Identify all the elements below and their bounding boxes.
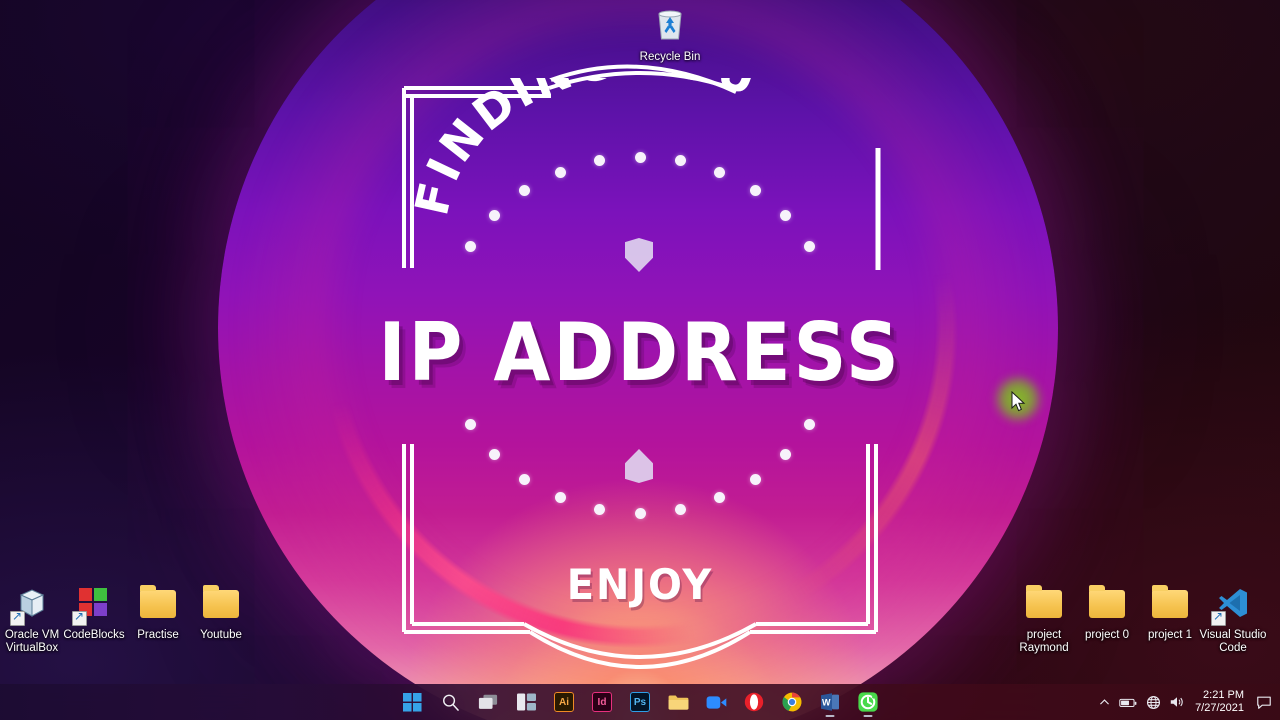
desktop-icon-visual-studio-code[interactable]: Visual Studio Code	[1193, 582, 1273, 655]
folder-icon	[1083, 582, 1131, 626]
indesign-icon: Id	[592, 692, 612, 712]
battery-icon[interactable]	[1115, 684, 1142, 720]
system-tray: 2:21 PM 7/27/2021	[1093, 684, 1276, 720]
folder-icon	[1089, 585, 1125, 618]
folder-icon	[1020, 582, 1068, 626]
codeblocks-icon	[70, 582, 118, 626]
taskbar-item-opera[interactable]	[736, 686, 772, 718]
recycle-bin-icon	[658, 10, 682, 40]
clock-time: 2:21 PM	[1203, 689, 1244, 701]
globe-icon[interactable]	[1142, 684, 1165, 720]
running-indicator	[825, 714, 835, 717]
svg-text:W: W	[822, 698, 831, 708]
taskbar-clock[interactable]: 2:21 PM 7/27/2021	[1189, 684, 1252, 720]
taskbar-item-illustrator[interactable]: Ai	[546, 686, 582, 718]
folder-icon	[134, 582, 182, 626]
virtualbox-icon	[8, 582, 56, 626]
clock-date: 7/27/2021	[1195, 702, 1244, 714]
taskbar-item-widgets[interactable]	[508, 686, 544, 718]
photoshop-icon: Ps	[630, 692, 650, 712]
word-icon: W	[821, 693, 839, 711]
folder-icon	[1152, 585, 1188, 618]
speaker-icon[interactable]	[1165, 684, 1189, 720]
taskbar-item-start[interactable]	[394, 686, 430, 718]
taskbar-item-indesign[interactable]: Id	[584, 686, 620, 718]
visual-studio-code-icon	[1209, 582, 1257, 626]
shortcut-arrow-icon	[1211, 609, 1226, 626]
taskbar-item-green-app[interactable]	[850, 686, 886, 718]
taskbar-item-word[interactable]: W	[812, 686, 848, 718]
desktop-icon-label: Recycle Bin	[639, 51, 701, 63]
folder-icon	[197, 582, 245, 626]
taskbar[interactable]: Ai Id Ps W 2:21 PM 7/27/2021	[0, 684, 1280, 720]
desktop-icon-label: Youtube	[200, 629, 242, 641]
desktop-icon-recycle-bin[interactable]: Recycle Bin	[630, 4, 710, 64]
taskbar-item-zoom[interactable]	[698, 686, 734, 718]
mouse-cursor	[1011, 391, 1026, 412]
taskbar-item-task-view[interactable]	[470, 686, 506, 718]
shortcut-arrow-icon	[72, 609, 87, 626]
shortcut-arrow-icon	[10, 609, 25, 626]
recycle-bin-icon	[646, 4, 694, 48]
desktop-icon-label: Visual Studio Code	[1199, 629, 1267, 654]
running-indicator	[863, 714, 873, 717]
taskbar-apps: Ai Id Ps W	[394, 684, 886, 720]
folder-icon	[1026, 585, 1062, 618]
taskbar-item-chrome[interactable]	[774, 686, 810, 718]
taskbar-item-search[interactable]	[432, 686, 468, 718]
chevron-up-icon[interactable]	[1093, 684, 1115, 720]
wallpaper-headline-main: IP ADDRESS	[378, 306, 902, 399]
folder-icon	[1146, 582, 1194, 626]
taskbar-item-file-explorer[interactable]	[660, 686, 696, 718]
desktop-icon-youtube[interactable]: Youtube	[181, 582, 261, 642]
folder-icon	[140, 585, 176, 618]
illustrator-icon: Ai	[554, 692, 574, 712]
folder-icon	[203, 585, 239, 618]
taskbar-item-photoshop[interactable]: Ps	[622, 686, 658, 718]
chat-bubble-icon[interactable]	[1252, 684, 1276, 720]
